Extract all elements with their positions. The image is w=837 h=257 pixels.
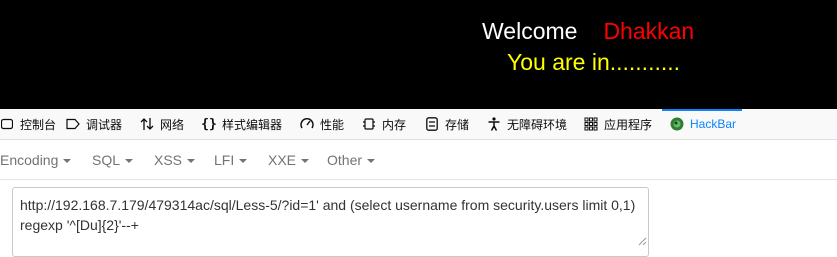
tab-accessibility-label: 无障碍环境	[507, 117, 568, 132]
page-content-area: Welcome Dhakkan You are in...........	[0, 0, 837, 109]
style-editor-icon: {}	[201, 116, 217, 132]
tab-application-label: 应用程序	[604, 117, 653, 132]
resize-grip-icon[interactable]	[638, 237, 647, 246]
chevron-down-icon	[187, 159, 196, 163]
status-message: You are in...........	[507, 49, 681, 75]
chevron-down-icon	[239, 159, 248, 163]
hackbar-menu-bar: Encoding SQL XSS LFI XXE Other	[0, 140, 837, 180]
application-icon	[584, 117, 598, 131]
welcome-text: Welcome	[482, 18, 578, 44]
tab-debugger[interactable]: 调试器	[66, 109, 122, 139]
accessibility-icon	[487, 117, 501, 131]
tab-hackbar[interactable]: HackBar	[661, 109, 743, 139]
network-icon	[140, 117, 154, 131]
tab-style-editor[interactable]: {} 样式编辑器	[201, 109, 283, 139]
menu-xxe-label: XXE	[268, 152, 297, 168]
tab-accessibility[interactable]: 无障碍环境	[487, 109, 567, 139]
url-textarea[interactable]: http://192.168.7.179/479314ac/sql/Less-5…	[12, 187, 649, 257]
menu-xss[interactable]: XSS	[154, 140, 196, 180]
storage-icon	[425, 117, 439, 131]
chevron-down-icon	[63, 159, 72, 163]
chevron-down-icon	[367, 159, 376, 163]
menu-lfi-label: LFI	[214, 152, 235, 168]
welcome-line: Welcome Dhakkan	[482, 15, 694, 47]
memory-icon	[362, 117, 376, 131]
chevron-down-icon	[301, 159, 310, 163]
tab-hackbar-label: HackBar	[690, 117, 737, 131]
tab-network-label: 网络	[160, 117, 185, 132]
menu-sql[interactable]: SQL	[92, 140, 134, 180]
menu-sql-label: SQL	[92, 152, 121, 168]
tab-storage-label: 存储	[445, 117, 470, 132]
menu-other[interactable]: Other	[327, 140, 376, 180]
menu-lfi[interactable]: LFI	[214, 140, 248, 180]
user-name-text: Dhakkan	[603, 18, 695, 44]
debugger-icon	[66, 117, 80, 131]
menu-encoding-label: Encoding	[0, 152, 59, 168]
tab-console[interactable]: 控制台	[0, 109, 56, 139]
chevron-down-icon	[125, 159, 134, 163]
tab-memory-label: 内存	[382, 117, 407, 132]
tab-console-label: 控制台	[20, 117, 57, 132]
console-icon	[0, 117, 14, 131]
menu-xxe[interactable]: XXE	[268, 140, 310, 180]
menu-other-label: Other	[327, 152, 363, 168]
tab-performance-label: 性能	[320, 117, 345, 132]
tab-application[interactable]: 应用程序	[584, 109, 652, 139]
tab-style-editor-label: 样式编辑器	[222, 117, 283, 132]
tab-memory[interactable]: 内存	[362, 109, 406, 139]
devtools-tab-bar: 控制台 调试器 网络 {} 样式编辑器 性能 内存 存储 无障碍环境 应用程序 …	[0, 109, 837, 140]
tab-debugger-label: 调试器	[86, 117, 123, 132]
tab-performance[interactable]: 性能	[300, 109, 344, 139]
menu-encoding[interactable]: Encoding	[0, 140, 72, 180]
performance-icon	[300, 117, 314, 131]
hackbar-icon	[670, 117, 684, 131]
menu-xss-label: XSS	[154, 152, 183, 168]
tab-network[interactable]: 网络	[140, 109, 184, 139]
tab-storage[interactable]: 存储	[425, 109, 469, 139]
